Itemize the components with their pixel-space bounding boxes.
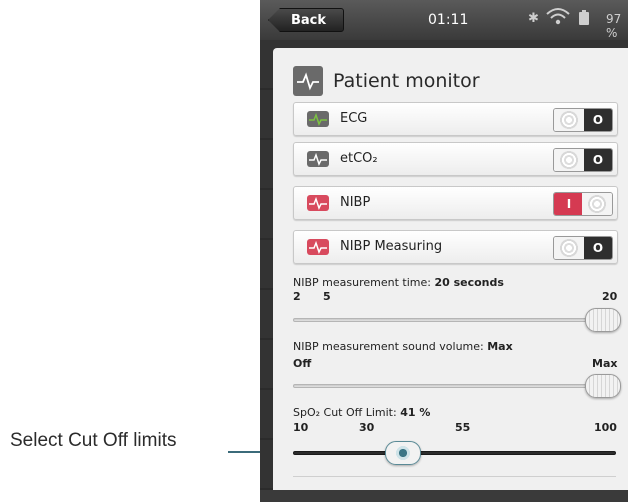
status-clock: 01:11 [428,12,469,28]
setting-row-label: NIBP [340,195,371,210]
nibp-volume-label: NIBP measurement sound volume: Max [293,340,513,353]
divider [293,476,616,477]
patient-monitor-dialog: Patient monitor ECG O etCO₂ O NIBP I NIB… [273,48,628,502]
nibp-measuring-icon [307,239,329,255]
slider-title-text: NIBP measurement time: [293,276,435,289]
spo2-cutoff-slider-thumb[interactable] [385,441,421,465]
nibp-time-slider-track[interactable] [293,318,616,322]
nibp-time-slider-thumb[interactable] [585,308,621,332]
slider-title-text: SpO₂ Cut Off Limit: [293,406,401,419]
bluetooth-icon: ✱ [528,11,539,26]
battery-icon [578,10,590,30]
slider-value-text: Max [487,340,513,353]
slider-title-text: NIBP measurement sound volume: [293,340,488,353]
etco2-toggle[interactable]: O [553,148,613,172]
slider-tick-label: Max [592,357,618,370]
toggle-off-label: O [584,237,612,259]
nibp-volume-slider-track[interactable] [293,384,616,388]
nibp-waveform-icon [307,195,329,211]
dialog-header: Patient monitor [293,66,480,96]
toggle-knob [582,193,612,215]
setting-row-nibp-measuring[interactable]: NIBP Measuring O [293,230,618,264]
nibp-volume-slider-thumb[interactable] [585,374,621,398]
setting-row-label: ECG [340,111,368,126]
slider-tick-label: 55 [455,421,471,434]
toggle-off-label: O [584,109,612,131]
toggle-on-label: I [554,193,584,215]
slider-value-text: 41 % [400,406,431,419]
slider-tick-label: 5 [323,290,331,303]
setting-row-ecg[interactable]: ECG O [293,102,618,136]
toggle-knob [554,149,584,171]
battery-percentage: 97 % [606,12,622,40]
ecg-toggle[interactable]: O [553,108,613,132]
spo2-cutoff-label: SpO₂ Cut Off Limit: 41 % [293,406,430,419]
nibp-toggle[interactable]: I [553,192,613,216]
slider-tick-label: 20 [602,290,618,303]
back-button[interactable]: Back [268,8,344,32]
toggle-knob [554,237,584,259]
toggle-off-label: O [584,149,612,171]
device-screen: Back 01:11 ✱ 97 % Patient monitor ECG O [260,0,628,502]
co2-waveform-icon [307,151,329,167]
slider-tick-label: Off [293,357,312,370]
setting-row-label: NIBP Measuring [340,239,443,254]
ecg-waveform-icon [307,111,329,127]
dialog-title: Patient monitor [333,70,480,92]
nibp-measuring-toggle[interactable]: O [553,236,613,260]
setting-row-etco2[interactable]: etCO₂ O [293,142,618,176]
slider-tick-label: 30 [359,421,375,434]
slider-value-text: 20 seconds [434,276,504,289]
spo2-cutoff-slider-track[interactable] [293,451,616,455]
setting-row-nibp[interactable]: NIBP I [293,186,618,220]
toggle-knob [554,109,584,131]
patient-monitor-icon [293,66,323,96]
callout-label: Select Cut Off limits [10,430,177,451]
wifi-icon [545,6,571,30]
nibp-time-label: NIBP measurement time: 20 seconds [293,276,504,289]
bottom-bar [260,490,628,502]
slider-tick-label: 100 [594,421,617,434]
setting-row-label: etCO₂ [340,151,378,166]
slider-tick-label: 10 [293,421,309,434]
status-bar: Back 01:11 ✱ 97 % [260,0,628,40]
slider-tick-label: 2 [293,290,301,303]
